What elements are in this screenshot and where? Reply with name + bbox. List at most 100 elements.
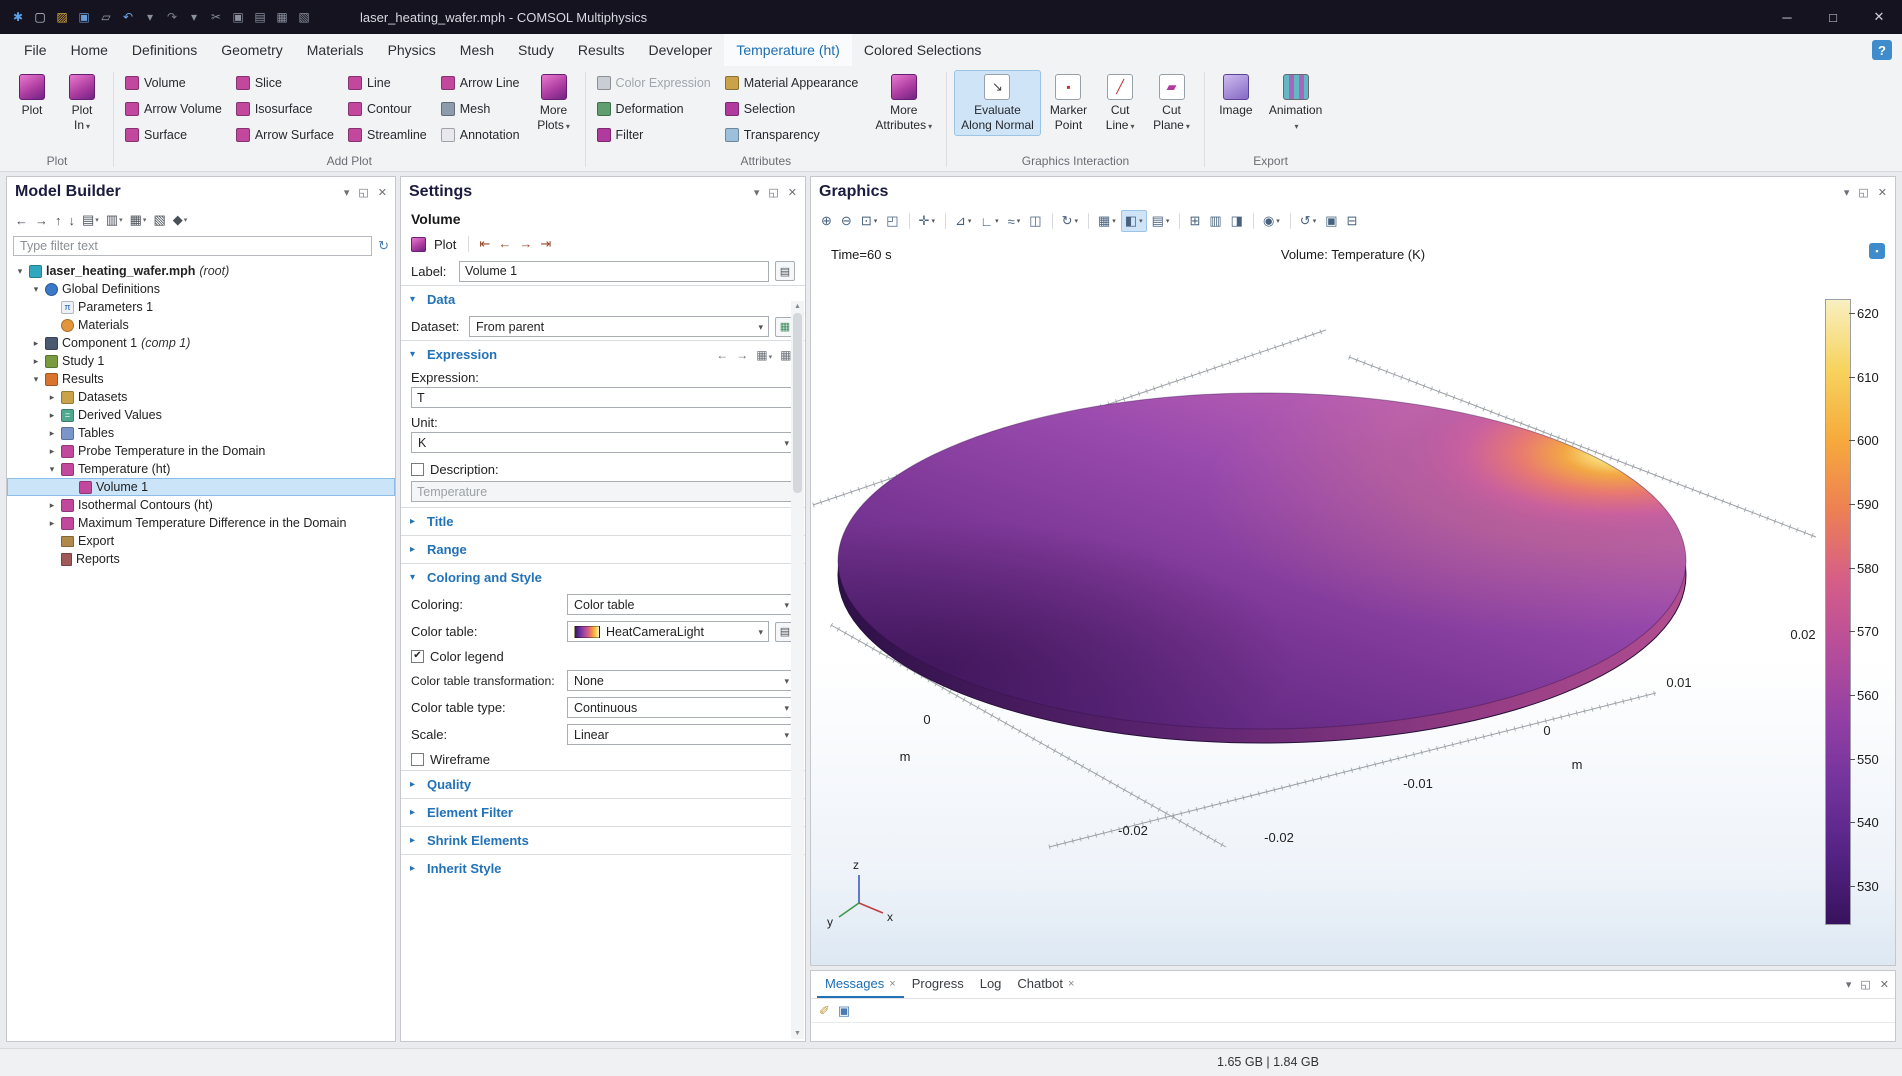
- color-legend-checkbox[interactable]: ✔: [411, 650, 424, 663]
- tab-log[interactable]: Log ×: [972, 971, 1010, 998]
- tab-colored-selections[interactable]: Colored Selections: [852, 34, 994, 66]
- model-manager-icon[interactable]: ▧: [294, 6, 314, 28]
- print-icon[interactable]: ⊟▾: [1343, 210, 1362, 232]
- arrow-volume-button[interactable]: Arrow Volume: [121, 96, 228, 122]
- tab-messages[interactable]: Messages ×: [817, 971, 904, 998]
- tree-node-derived-values[interactable]: ▸ = Derived Values: [7, 406, 395, 424]
- line-button[interactable]: Line: [344, 70, 433, 96]
- tree-node-component-1[interactable]: ▸ Component 1 (comp 1): [7, 334, 395, 352]
- close-button[interactable]: ✕: [1856, 0, 1902, 34]
- section-chevron-icon[interactable]: ▾: [410, 349, 420, 360]
- plot-next-icon[interactable]: →: [519, 236, 532, 252]
- scrollbar-thumb[interactable]: [793, 313, 802, 493]
- coloring-select[interactable]: Color table▾: [567, 594, 795, 615]
- wireframe-checkbox[interactable]: ✔: [411, 753, 424, 766]
- go-back-icon[interactable]: ←▾: [15, 213, 28, 228]
- streamline-button[interactable]: Streamline: [344, 122, 433, 148]
- plot-last-icon[interactable]: ⇥: [540, 236, 551, 252]
- tab-file[interactable]: File: [12, 34, 59, 66]
- isosurface-button[interactable]: Isosurface: [232, 96, 340, 122]
- tree-chevron-icon[interactable]: ▾: [15, 266, 25, 277]
- tree-node-volume-1[interactable]: Volume 1: [7, 478, 395, 496]
- tab-chatbot[interactable]: Chatbot ×: [1009, 971, 1082, 998]
- minimize-button[interactable]: ─: [1764, 0, 1810, 34]
- move-up-icon[interactable]: ↑▾: [55, 213, 62, 228]
- mesh-button[interactable]: Mesh: [437, 96, 526, 122]
- more-attributes-button[interactable]: More Attributes▾: [868, 70, 939, 136]
- tab-home[interactable]: Home: [59, 34, 120, 66]
- table-toggle-icon[interactable]: ▥▾: [1205, 210, 1225, 232]
- section-title[interactable]: ▸ Title: [401, 508, 805, 535]
- sync-icon[interactable]: ↺▾: [1296, 210, 1320, 232]
- tab-geometry[interactable]: Geometry: [209, 34, 294, 66]
- panel-menu-icon[interactable]: ▾: [754, 186, 760, 199]
- move-down-icon[interactable]: ↓▾: [69, 213, 76, 228]
- frame-toggle-icon[interactable]: ◨▾: [1227, 210, 1247, 232]
- zoom-box-icon[interactable]: ⊡▾: [857, 210, 881, 232]
- tree-chevron-icon[interactable]: ▸: [31, 356, 41, 367]
- save-icon[interactable]: ▣: [74, 6, 94, 28]
- panel-menu-icon[interactable]: ▾: [1844, 186, 1850, 199]
- rotate-update-icon[interactable]: ↻▾: [1058, 210, 1082, 232]
- tab-materials[interactable]: Materials: [295, 34, 376, 66]
- section-shrink-elements[interactable]: ▸ Shrink Elements: [401, 827, 805, 854]
- color-table-type-select[interactable]: Continuous▾: [567, 697, 795, 718]
- plot-button[interactable]: Plot ▾: [8, 70, 56, 136]
- tree-chevron-icon[interactable]: ▸: [47, 518, 57, 529]
- filter-button[interactable]: Filter: [593, 122, 717, 148]
- tree-node-datasets[interactable]: ▸ Datasets: [7, 388, 395, 406]
- section-chevron-icon[interactable]: ▾: [410, 572, 420, 583]
- go-to-view-icon[interactable]: ✛▾: [915, 210, 939, 232]
- tree-node-tables[interactable]: ▸ Tables: [7, 424, 395, 442]
- section-inherit-style[interactable]: ▸ Inherit Style: [401, 855, 805, 882]
- color-table-transformation-select[interactable]: None▾: [567, 670, 795, 691]
- filter-input[interactable]: [13, 236, 372, 256]
- panel-menu-icon[interactable]: ▾: [1846, 978, 1852, 991]
- contour-button[interactable]: Contour: [344, 96, 433, 122]
- window-layout-icon[interactable]: ▦▾: [1094, 210, 1120, 232]
- close-panel-icon[interactable]: ✕: [378, 186, 387, 199]
- tree-node-export[interactable]: Export: [7, 532, 395, 550]
- section-chevron-icon[interactable]: ▸: [410, 863, 420, 874]
- redo-caret-icon[interactable]: ▾: [184, 6, 204, 28]
- flip-view-icon[interactable]: ◫▾: [1025, 210, 1045, 232]
- tree-node-temperature-ht[interactable]: ▾ Temperature (ht): [7, 460, 395, 478]
- volume-button[interactable]: Volume: [121, 70, 228, 96]
- zoom-extents-icon[interactable]: ◰▾: [882, 210, 902, 232]
- evaluate-along-normal-button[interactable]: Evaluate Along Normal▾: [954, 70, 1041, 136]
- more-plots-button[interactable]: More Plots▾: [530, 70, 578, 136]
- tab-study[interactable]: Study: [506, 34, 566, 66]
- plot-info-icon[interactable]: ▪: [1869, 243, 1885, 259]
- tree-node-root[interactable]: ▾ laser_heating_wafer.mph (root): [7, 262, 395, 280]
- tree-chevron-icon[interactable]: ▸: [47, 392, 57, 403]
- section-element-filter[interactable]: ▸ Element Filter: [401, 799, 805, 826]
- image-button[interactable]: Image ▾: [1212, 70, 1260, 136]
- color-expression-button[interactable]: Color Expression: [593, 70, 717, 96]
- duplicate-icon[interactable]: ▦: [272, 6, 292, 28]
- deformation-button[interactable]: Deformation: [593, 96, 717, 122]
- tab-temperature-ht[interactable]: Temperature (ht): [724, 34, 851, 66]
- animation-button[interactable]: Animation ▾: [1262, 70, 1329, 136]
- arrow-line-button[interactable]: Arrow Line: [437, 70, 526, 96]
- plot-button-settings[interactable]: Plot: [434, 237, 456, 252]
- tab-results[interactable]: Results: [566, 34, 637, 66]
- refresh-icon[interactable]: ↻: [378, 238, 389, 254]
- color-table-select[interactable]: HeatCameraLight▾: [567, 621, 769, 642]
- float-panel-icon[interactable]: ◱: [1858, 186, 1868, 199]
- section-chevron-icon[interactable]: ▸: [410, 807, 420, 818]
- new-file-icon[interactable]: ▢: [30, 6, 50, 28]
- selection-button[interactable]: Selection: [721, 96, 865, 122]
- tree-chevron-icon[interactable]: ▾: [31, 284, 41, 295]
- copy-icon[interactable]: ▣: [228, 6, 248, 28]
- section-chevron-icon[interactable]: ▾: [410, 294, 420, 305]
- cut-line-button[interactable]: Cut Line▾: [1096, 70, 1144, 136]
- annotation-button[interactable]: Annotation: [437, 122, 526, 148]
- expression-input[interactable]: [411, 387, 795, 408]
- zoom-in-icon[interactable]: ⊕▾: [817, 210, 836, 232]
- clear-messages-icon[interactable]: ✐: [819, 1003, 830, 1019]
- scroll-down-icon[interactable]: ▼: [794, 1030, 801, 1037]
- rename-label-icon[interactable]: ▤: [775, 261, 795, 281]
- scene-light-icon[interactable]: ◧▾: [1121, 210, 1147, 232]
- redo-icon[interactable]: ↷: [162, 6, 182, 28]
- toggle-columns-icon[interactable]: ▧▾: [153, 212, 165, 228]
